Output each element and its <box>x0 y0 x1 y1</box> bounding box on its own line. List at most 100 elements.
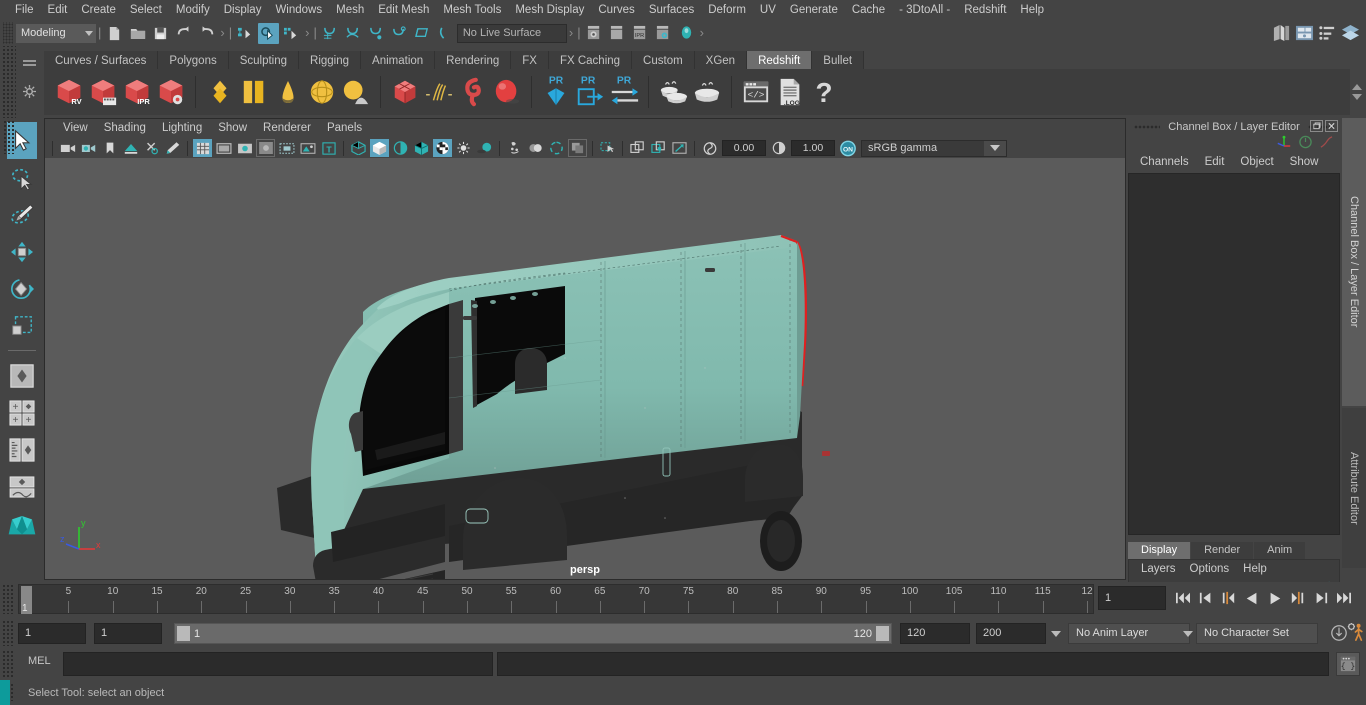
move-tool[interactable] <box>7 233 37 270</box>
redshift-environment-icon[interactable] <box>339 72 373 112</box>
snap-to-point-icon[interactable] <box>366 23 387 44</box>
menu-mesh-tools[interactable]: Mesh Tools <box>436 0 508 20</box>
shelf-options-gear-icon[interactable] <box>20 80 38 102</box>
scroll-up-icon[interactable] <box>1352 84 1362 90</box>
redshift-ipr-icon[interactable]: IPR <box>120 72 154 112</box>
hardware-texturing-icon[interactable] <box>412 139 431 157</box>
redshift-render-settings-icon[interactable] <box>154 72 188 112</box>
restore-button[interactable] <box>1310 120 1323 132</box>
tab-anim[interactable]: Anim <box>1254 542 1306 559</box>
select-camera-icon[interactable] <box>58 139 77 157</box>
lights-icon[interactable] <box>454 139 473 157</box>
show-hide-attribute-editor-icon[interactable] <box>1271 22 1292 43</box>
render-current-frame-icon[interactable] <box>584 23 605 44</box>
rotate-tool[interactable] <box>7 270 37 307</box>
save-scene-icon[interactable] <box>150 23 171 44</box>
channel-box-content[interactable] <box>1128 173 1340 535</box>
animation-preferences-icon[interactable] <box>1346 622 1364 645</box>
menu-file[interactable]: File <box>8 0 41 20</box>
anim-layer-dropdown[interactable] <box>1180 623 1196 644</box>
tool-box-grip[interactable] <box>3 120 15 154</box>
show-hide-tool-settings-icon[interactable] <box>1294 22 1315 43</box>
status-line-grip[interactable] <box>3 22 13 44</box>
screen-space-ao-icon[interactable] <box>505 139 524 157</box>
motion-blur-icon[interactable] <box>526 139 545 157</box>
menu-create[interactable]: Create <box>74 0 123 20</box>
shadows-icon[interactable] <box>475 139 494 157</box>
menu-mesh[interactable]: Mesh <box>329 0 371 20</box>
viewport-canvas[interactable]: y x z persp <box>45 158 1125 579</box>
animation-start-field[interactable]: 1 <box>18 623 86 644</box>
redshift-incandescent-icon[interactable] <box>271 72 305 112</box>
layer-menu-help[interactable]: Help <box>1236 560 1274 579</box>
tab-display[interactable]: Display <box>1128 542 1191 559</box>
depth-of-field-icon[interactable] <box>568 139 587 157</box>
hypershade-icon[interactable] <box>676 23 697 44</box>
menu-help[interactable]: Help <box>1013 0 1051 20</box>
range-slider-grip[interactable] <box>2 620 14 646</box>
film-gate-icon[interactable] <box>214 139 233 157</box>
gamma-icon[interactable] <box>769 139 788 157</box>
redshift-script-editor-icon[interactable]: </> <box>739 72 773 112</box>
menu-modify[interactable]: Modify <box>169 0 217 20</box>
menu-edit-mesh[interactable]: Edit Mesh <box>371 0 436 20</box>
van-3d-model[interactable] <box>45 158 1125 579</box>
current-frame-field[interactable]: 1 <box>1098 586 1166 610</box>
vertical-tab-channel-box[interactable]: Channel Box / Layer Editor <box>1342 118 1366 406</box>
grid-toggle-icon[interactable] <box>193 139 212 157</box>
viewport-menu-panels[interactable]: Panels <box>319 119 370 138</box>
go-to-start-icon[interactable] <box>1172 586 1193 610</box>
step-back-keyframe-icon[interactable] <box>1195 586 1216 610</box>
select-by-object-type-icon[interactable] <box>258 22 280 44</box>
redshift-material-icon[interactable] <box>203 72 237 112</box>
two-d-pan-zoom-icon[interactable] <box>142 139 161 157</box>
redshift-render-view-icon[interactable]: RV <box>52 72 86 112</box>
animation-end-field[interactable]: 200 <box>976 623 1046 644</box>
camera-attributes-icon[interactable] <box>79 139 98 157</box>
redshift-proxy-icon[interactable] <box>388 72 422 112</box>
exposure-icon[interactable] <box>700 139 719 157</box>
viewport-menu-shading[interactable]: Shading <box>96 119 154 138</box>
channel-menu-show[interactable]: Show <box>1282 152 1327 172</box>
outliner-persp-layout[interactable] <box>7 431 37 468</box>
channel-curve-icon[interactable] <box>1319 135 1334 152</box>
undo-icon[interactable] <box>173 23 194 44</box>
menu-set-selector[interactable]: Modeling <box>16 23 96 43</box>
wireframe-icon[interactable] <box>349 139 368 157</box>
redshift-volume-icon[interactable] <box>456 72 490 112</box>
vertical-tab-attribute-editor[interactable]: Attribute Editor <box>1342 408 1366 568</box>
persp-graph-layout[interactable] <box>7 468 37 505</box>
snapshot-icon[interactable] <box>670 139 689 157</box>
viewport-menu-lighting[interactable]: Lighting <box>154 119 210 138</box>
bookmark-icon[interactable] <box>100 139 119 157</box>
select-by-hierarchy-icon[interactable] <box>235 23 256 44</box>
menu-edit[interactable]: Edit <box>41 0 75 20</box>
resolution-gate-icon[interactable] <box>235 139 254 157</box>
shaded-wireframe-icon[interactable] <box>391 139 410 157</box>
text-overlay-icon[interactable]: T <box>319 139 338 157</box>
show-hide-layer-editor-icon[interactable] <box>1340 22 1361 43</box>
menu-display[interactable]: Display <box>217 0 269 20</box>
go-to-end-icon[interactable] <box>1333 586 1354 610</box>
menu-curves[interactable]: Curves <box>591 0 641 20</box>
command-line-grip[interactable] <box>2 650 14 678</box>
shelf-menu-button[interactable] <box>20 50 38 72</box>
gamma-value-field[interactable]: 1.00 <box>791 140 835 156</box>
character-set-selector[interactable]: No Character Set <box>1196 623 1318 644</box>
scale-tool[interactable] <box>7 307 37 344</box>
viewport-menu-renderer[interactable]: Renderer <box>255 119 319 138</box>
menu-3dtoall[interactable]: - 3DtoAll - <box>892 0 957 20</box>
play-forwards-icon[interactable] <box>1264 586 1285 610</box>
step-forward-frame-icon[interactable] <box>1287 586 1308 610</box>
color-management-dropdown[interactable]: sRGB gamma <box>861 139 1007 157</box>
paint-select-tool[interactable] <box>7 196 37 233</box>
redo-icon[interactable] <box>196 23 217 44</box>
use-default-material-icon[interactable] <box>433 139 452 157</box>
shelf-grip[interactable] <box>2 46 16 118</box>
menu-deform[interactable]: Deform <box>701 0 753 20</box>
four-view-layout[interactable]: + + + <box>7 394 37 431</box>
menu-generate[interactable]: Generate <box>783 0 845 20</box>
gate-mask-icon[interactable] <box>256 139 275 157</box>
exposure-value-field[interactable]: 0.00 <box>722 140 766 156</box>
layer-menu-layers[interactable]: Layers <box>1134 560 1183 579</box>
